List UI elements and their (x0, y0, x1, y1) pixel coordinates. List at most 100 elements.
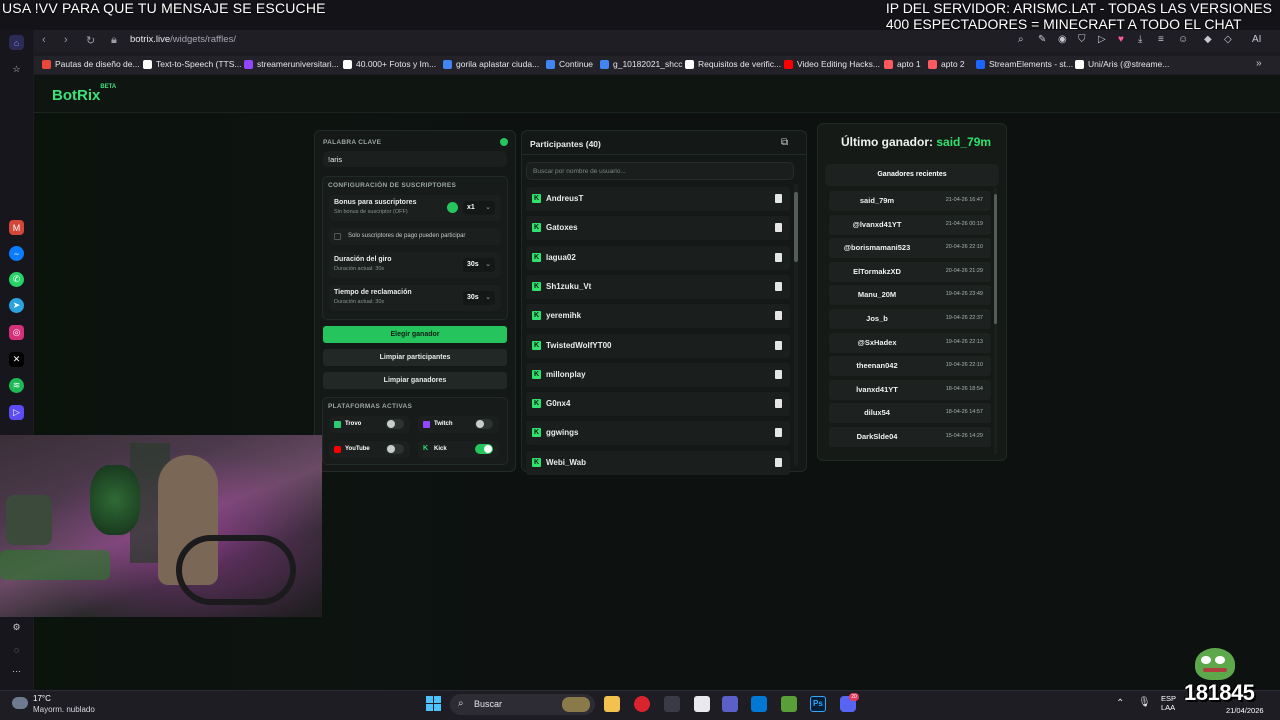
opera-icon[interactable] (634, 696, 650, 712)
teams-icon[interactable] (722, 696, 738, 712)
more-icon[interactable]: ⋯ (9, 664, 24, 679)
chevron-down-icon: ⌄ (485, 261, 491, 268)
info-icon[interactable] (447, 202, 458, 213)
scrollbar-thumb[interactable] (994, 194, 997, 324)
trash-icon[interactable] (775, 457, 782, 467)
extension-icon[interactable]: ◆ (1204, 34, 1212, 45)
bookmark-item[interactable]: Continue (546, 59, 593, 69)
bookmark-item[interactable]: Uni/Aris (@streame... (1075, 59, 1169, 69)
bookmark-item[interactable]: StreamElements - st... (976, 59, 1073, 69)
webcam-feed (0, 435, 322, 617)
zoom-icon[interactable]: ⌕ (1018, 34, 1024, 45)
kick-icon: K (532, 311, 541, 321)
beta-badge: BETA (100, 84, 117, 90)
cube-icon[interactable]: ◇ (1224, 34, 1232, 45)
gmail-icon[interactable]: M (9, 220, 24, 235)
instagram-icon[interactable]: ◎ (9, 325, 24, 340)
winners-scrollbar[interactable] (994, 188, 997, 454)
youtube-toggle[interactable] (386, 444, 404, 454)
trash-icon[interactable] (775, 281, 782, 291)
microphone-icon[interactable]: 🎙︎ (1138, 697, 1151, 708)
url-field[interactable]: botrix.live/widgets/raffles/ (130, 34, 236, 45)
trash-icon[interactable] (775, 252, 782, 262)
bookmark-item[interactable]: Text-to-Speech (TTS... (143, 59, 242, 69)
participant-search-input[interactable]: Buscar por nombre de usuario... (526, 162, 794, 180)
whatsapp-icon[interactable]: ✆ (9, 272, 24, 287)
clear-participants-button[interactable]: Limpiar participantes (323, 349, 507, 366)
sub-bonus-select[interactable]: x1 ⌄ (463, 201, 495, 215)
menu-icon[interactable]: ≡ (1158, 34, 1164, 45)
bookmark-item[interactable]: Video Editing Hacks... (784, 59, 880, 69)
spin-duration-title: Duración del giro (334, 256, 392, 263)
tray-chevron-icon[interactable]: ⌃ (1116, 698, 1124, 709)
forward-icon[interactable]: › (64, 34, 68, 46)
trash-icon[interactable] (775, 194, 782, 203)
ai-button[interactable]: AI (1252, 34, 1261, 45)
profile-icon[interactable]: ☺ (1178, 34, 1188, 45)
trovo-toggle[interactable] (386, 419, 404, 429)
trash-icon[interactable] (775, 311, 782, 321)
bookmarks-overflow-icon[interactable]: » (1256, 58, 1262, 69)
trash-icon[interactable] (775, 369, 782, 379)
document-icon[interactable] (694, 696, 710, 712)
winner-row: theenan042 19-04-26 22:10 (829, 356, 991, 377)
bookmark-item[interactable]: apto 1 (884, 59, 921, 69)
home-icon[interactable]: ⌂ (9, 35, 24, 50)
subs-only-row[interactable]: Solo suscriptores de pago pueden partici… (329, 228, 501, 245)
player-icon[interactable]: ▷ (9, 405, 24, 420)
heart-icon[interactable]: ♥ (1118, 34, 1124, 45)
taskbar-search[interactable]: ⌕ Buscar (450, 694, 595, 715)
trash-icon[interactable] (775, 223, 782, 233)
camera-icon[interactable]: ◉ (1058, 34, 1067, 45)
bookmark-item[interactable]: g_10182021_shcc (600, 59, 682, 69)
bookmark-item[interactable]: 40.000+ Fotos y Im... (343, 59, 436, 69)
telegram-icon[interactable]: ➤ (9, 298, 24, 313)
star-icon[interactable]: ☆ (9, 62, 24, 77)
winner-date: 19-04-26 22:13 (945, 338, 983, 345)
bookmark-favicon-icon (244, 59, 253, 69)
shield-icon[interactable]: ⛉ (1078, 34, 1086, 45)
photoshop-icon[interactable]: Ps (810, 696, 826, 712)
participants-scrollbar[interactable] (794, 184, 798, 466)
subs-only-checkbox[interactable] (334, 233, 341, 240)
trash-icon[interactable] (775, 399, 782, 409)
store-icon[interactable] (751, 696, 767, 712)
recent-winners-label: Ganadores recientes (877, 171, 947, 178)
keyword-input[interactable]: !aris (323, 151, 507, 167)
bookmark-item[interactable]: Pautas de diseño de... (42, 59, 140, 69)
reload-icon[interactable]: ↻ (86, 34, 95, 47)
file-explorer-icon[interactable] (604, 696, 620, 712)
language-indicator[interactable]: ESP LAA (1161, 694, 1176, 712)
participant-name: AndreusT (546, 194, 584, 203)
trash-icon[interactable] (775, 340, 782, 350)
bookmark-item[interactable]: streameruniversitari... (244, 59, 339, 69)
download-icon[interactable]: ⤓ (1138, 34, 1142, 45)
winner-name: theenan042 (856, 361, 898, 371)
clear-winners-button[interactable]: Limpiar ganadores (323, 372, 507, 389)
play-icon[interactable]: ▷ (1098, 34, 1106, 45)
scrollbar-thumb[interactable] (794, 192, 798, 262)
bookmark-item[interactable]: apto 2 (928, 59, 965, 69)
x-icon[interactable]: ✕ (9, 352, 24, 367)
app-icon[interactable] (664, 696, 680, 712)
pick-winner-button[interactable]: Elegir ganador (323, 326, 507, 343)
lightbulb-icon[interactable]: ◌ (9, 642, 24, 657)
minecraft-icon[interactable] (781, 696, 797, 712)
kick-toggle[interactable] (475, 444, 493, 454)
bookmark-item[interactable]: gorila aplastar ciuda... (443, 59, 539, 69)
spin-duration-select[interactable]: 30s ⌄ (463, 258, 495, 272)
twitch-toggle[interactable] (475, 419, 493, 429)
back-icon[interactable]: ‹ (42, 34, 46, 46)
spotify-icon[interactable]: ≋ (9, 378, 24, 393)
bookmark-item[interactable]: Requisitos de verific... (685, 59, 781, 69)
weather-icon[interactable] (12, 697, 28, 709)
claim-time-select[interactable]: 30s ⌄ (463, 291, 495, 305)
settings-icon[interactable]: ⚙ (9, 620, 24, 635)
copy-icon[interactable]: ⧉ (781, 137, 788, 148)
trash-icon[interactable] (775, 428, 782, 438)
botrix-logo[interactable]: BotRixBETA (52, 84, 117, 104)
windows-start-icon[interactable] (426, 696, 442, 712)
messenger-icon[interactable]: ~ (9, 246, 24, 261)
edit-icon[interactable]: ✎ (1038, 34, 1046, 45)
kick-icon: K (532, 340, 541, 350)
